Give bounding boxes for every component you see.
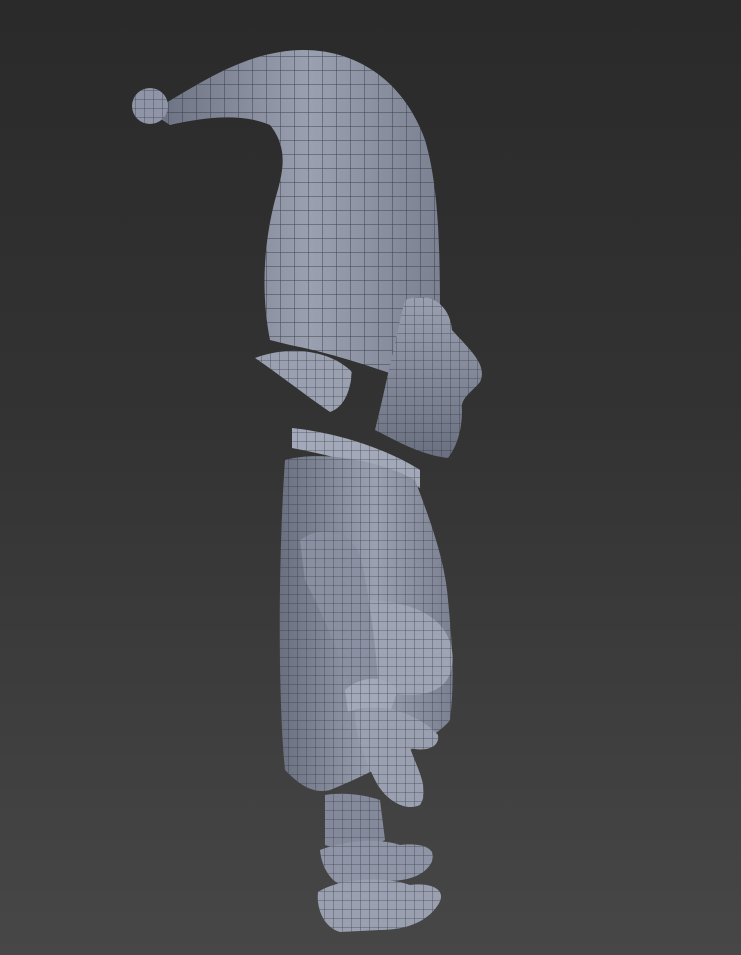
legs <box>325 793 385 849</box>
3d-viewport[interactable] <box>0 0 741 955</box>
hat <box>132 50 440 380</box>
gnome-wireframe-model <box>132 50 482 932</box>
ear <box>255 350 352 412</box>
boots <box>317 840 442 932</box>
